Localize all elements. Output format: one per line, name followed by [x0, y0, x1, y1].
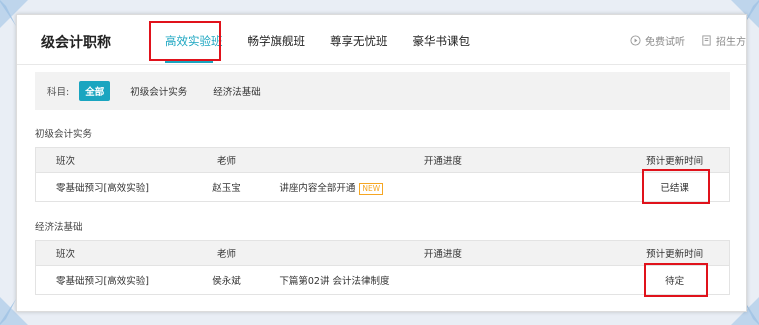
table-row[interactable]: 零基础预习[高效实验] 赵玉宝 讲座内容全部开通 NEW 已结课: [36, 173, 729, 201]
column-header: 班次: [56, 156, 76, 167]
class-name: 零基础预习[高效实验]: [56, 276, 149, 287]
column-header: 预计更新时间: [646, 249, 704, 260]
highlight-box: [149, 21, 221, 61]
progress-cell: 讲座内容全部开通 NEW: [265, 180, 620, 195]
schedule-table: 班次 老师 开通进度 预计更新时间 零基础预习[高效实验] 赵玉宝 讲座内容全部…: [35, 147, 730, 202]
table-header: 班次 老师 开通进度 预计更新时间: [36, 148, 729, 173]
active-tab-indicator: [165, 61, 213, 63]
free-trial-label: 免费试听: [645, 37, 685, 48]
top-actions: 免费试听 招生方: [614, 33, 746, 48]
column-header: 开通进度: [423, 249, 462, 260]
top-bar: 级会计职称 高效实验班 畅学旗舰班 尊享无忧班 豪华书课包 免费试听 招生方: [17, 15, 746, 65]
progress-text: 讲座内容全部开通: [279, 182, 356, 194]
section-title: 初级会计实务: [35, 129, 93, 140]
section-title: 经济法基础: [35, 222, 83, 233]
progress-cell: 下篇第02讲 会计法律制度: [265, 273, 620, 287]
page-title: 级会计职称: [41, 35, 111, 51]
progress-text: 下篇第02讲 会计法律制度: [279, 276, 390, 287]
play-circle-icon: [630, 35, 641, 46]
schedule-table: 班次 老师 开通进度 预计更新时间 零基础预习[高效实验] 侯永斌 下篇第02讲…: [35, 240, 730, 295]
highlight-box: [642, 169, 710, 204]
class-name: 零基础预习[高效实验]: [56, 183, 149, 194]
enrollment-button[interactable]: 招生方: [701, 33, 746, 48]
column-header: 老师: [216, 156, 236, 167]
teacher-name: 赵玉宝: [212, 183, 241, 194]
filter-chip-accounting[interactable]: 初级会计实务: [124, 81, 193, 101]
filter-chip-all[interactable]: 全部: [79, 81, 111, 101]
new-badge: NEW: [359, 182, 384, 195]
teacher-name: 侯永斌: [212, 276, 241, 287]
filter-chip-economic-law[interactable]: 经济法基础: [207, 81, 267, 101]
column-header: 老师: [216, 249, 236, 260]
document-icon: [702, 35, 711, 46]
course-panel: 级会计职称 高效实验班 畅学旗舰班 尊享无忧班 豪华书课包 免费试听 招生方 科…: [16, 14, 747, 312]
free-trial-button[interactable]: 免费试听: [630, 33, 685, 48]
tab-changxue[interactable]: 畅学旗舰班: [248, 33, 306, 49]
column-header: 开通进度: [423, 156, 462, 167]
enrollment-label: 招生方: [716, 37, 746, 48]
table-row[interactable]: 零基础预习[高效实验] 侯永斌 下篇第02讲 会计法律制度 待定: [36, 266, 729, 294]
tab-zunxiang[interactable]: 尊享无忧班: [330, 33, 388, 49]
tab-haohua[interactable]: 豪华书课包: [413, 33, 471, 49]
highlight-box: [644, 263, 708, 297]
column-header: 预计更新时间: [646, 156, 704, 167]
subject-filter: 科目: 全部 初级会计实务 经济法基础: [35, 72, 730, 110]
filter-label: 科目:: [47, 87, 70, 98]
column-header: 班次: [56, 249, 76, 260]
table-header: 班次 老师 开通进度 预计更新时间: [36, 241, 729, 266]
